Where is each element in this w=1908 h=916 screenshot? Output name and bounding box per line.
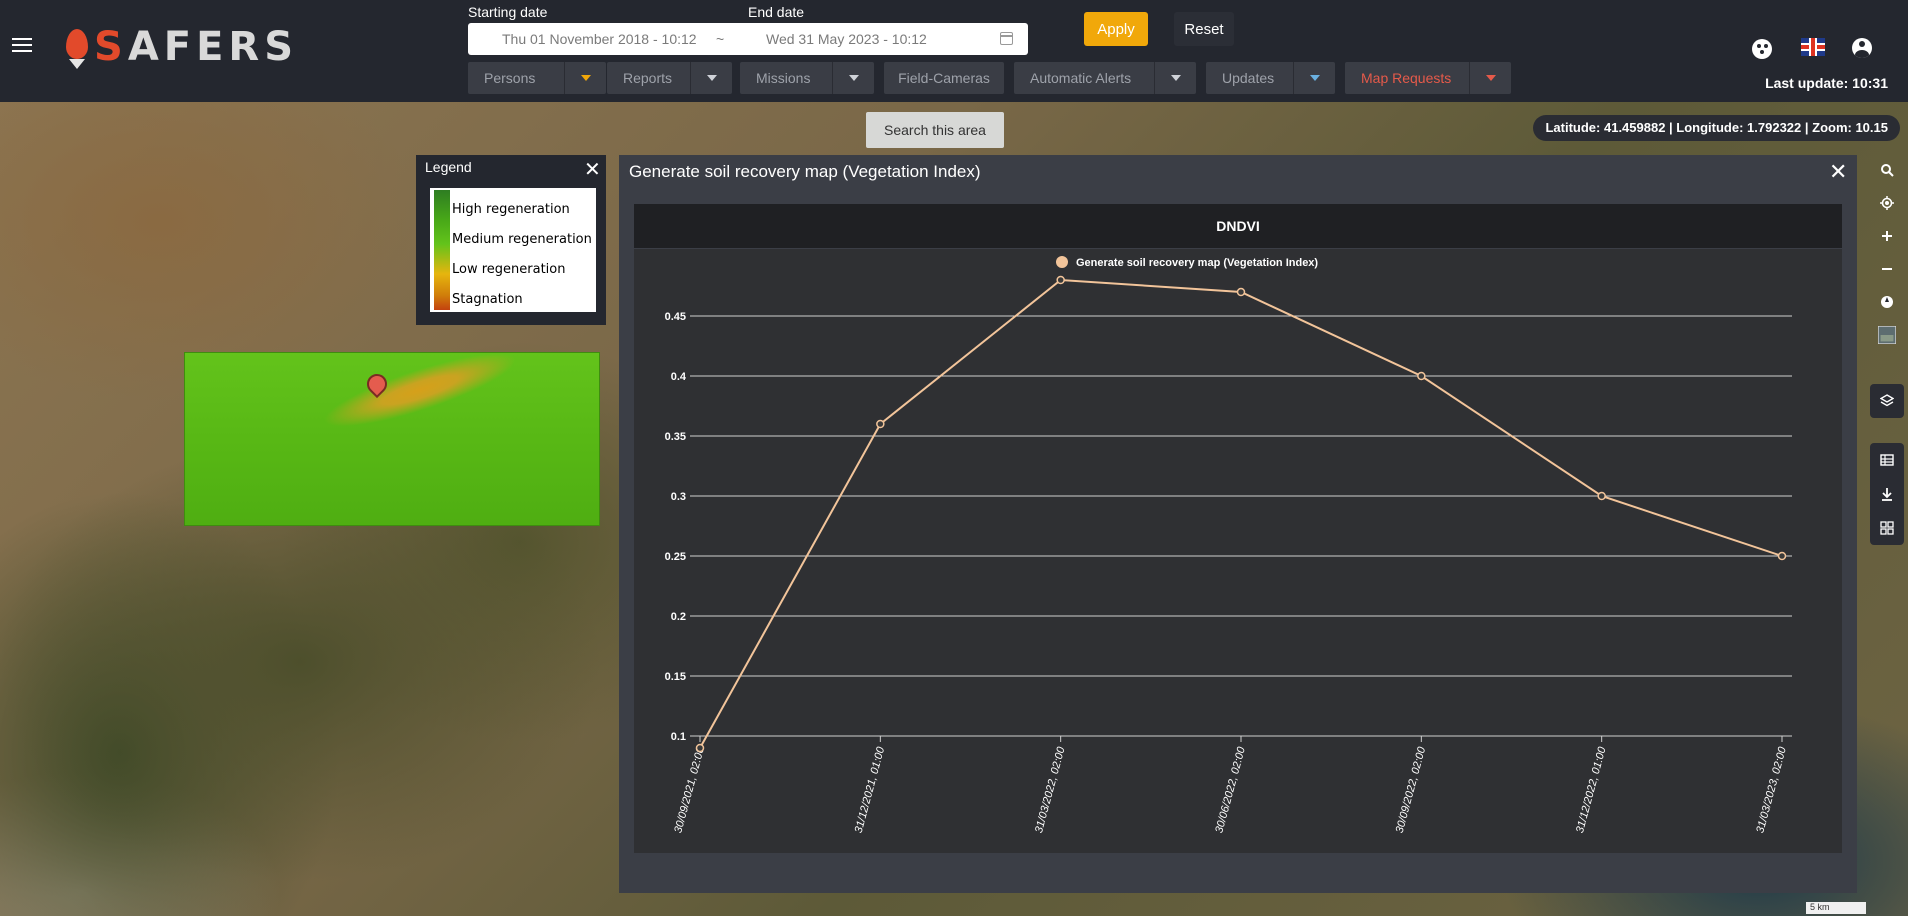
layers-icon[interactable]: [1870, 384, 1904, 418]
layer-updates-label[interactable]: Updates: [1206, 62, 1293, 94]
layer-map-requests-label[interactable]: Map Requests: [1345, 62, 1469, 94]
layer-reports-label[interactable]: Reports: [607, 62, 690, 94]
logo-text: SAFERS: [94, 24, 299, 70]
layer-automatic-alerts[interactable]: Automatic Alerts: [1014, 62, 1196, 94]
search-this-area-button[interactable]: Search this area: [866, 112, 1004, 148]
data-point: [695, 743, 705, 753]
x-tick-label: 30/06/2022, 02:00: [1213, 745, 1248, 835]
chevron-down-icon[interactable]: [690, 62, 732, 94]
data-point: [1236, 287, 1246, 297]
start-date-value[interactable]: Thu 01 November 2018 - 10:12: [502, 31, 697, 47]
layer-field-cameras[interactable]: Field-Cameras: [884, 62, 1004, 94]
legend-item-high: High regeneration: [452, 202, 570, 217]
end-date-label: End date: [748, 4, 805, 20]
x-tick-label: 31/03/2023, 02:00: [1754, 745, 1789, 835]
chart-title: DNDVI: [1216, 218, 1260, 234]
legend-swatch: [1056, 256, 1068, 268]
chevron-down-icon[interactable]: [1293, 62, 1335, 94]
layer-persons-label[interactable]: Persons: [468, 62, 564, 94]
y-tick-label: 0.35: [665, 431, 686, 443]
account-icon[interactable]: [1852, 38, 1872, 58]
chevron-down-icon[interactable]: [1154, 62, 1196, 94]
panel-title: Generate soil recovery map (Vegetation I…: [629, 162, 981, 181]
x-tick-label: 31/12/2021, 01:00: [853, 745, 888, 835]
legend-color-ramp: [434, 190, 450, 310]
search-icon[interactable]: [1870, 153, 1904, 187]
zoom-in-icon[interactable]: [1870, 219, 1904, 253]
layer-reports[interactable]: Reports: [607, 62, 732, 94]
data-point: [1777, 551, 1787, 561]
line-chart: 0.1 0.15 0.2 0.25 0.3 0.35 0.4 0.45 30/09/2021, …: [665, 256, 1792, 835]
y-tick-label: 0.4: [671, 371, 687, 383]
x-tick-label: 31/12/2022, 01:00: [1574, 745, 1609, 835]
layer-automatic-alerts-label[interactable]: Automatic Alerts: [1014, 62, 1154, 94]
hamburger-menu-icon[interactable]: [12, 38, 32, 54]
y-tick-label: 0.2: [671, 611, 686, 623]
y-tick-label: 0.45: [665, 311, 686, 323]
chart-panel: Generate soil recovery map (Vegetation I…: [619, 155, 1857, 893]
x-tick-label: 31/03/2022, 02:00: [1033, 745, 1068, 835]
date-range-separator: ~: [716, 31, 725, 47]
compass-icon[interactable]: [1870, 285, 1904, 319]
layer-updates[interactable]: Updates: [1206, 62, 1335, 94]
data-point: [876, 419, 885, 429]
data-point: [1417, 371, 1426, 381]
calendar-icon[interactable]: [1000, 32, 1013, 45]
download-icon[interactable]: [1870, 477, 1904, 511]
layer-map-requests[interactable]: Map Requests: [1345, 62, 1511, 94]
layer-persons[interactable]: Persons: [468, 62, 606, 94]
y-tick-label: 0.1: [671, 731, 686, 743]
series-line: [699, 278, 1783, 749]
chart-area: 0.1 0.15 0.2 0.25 0.3 0.35 0.4 0.45 30/09/2021, …: [634, 249, 1842, 853]
top-bar: SAFERS Starting date End date Thu 01 Nov…: [0, 0, 1908, 102]
data-point: [1056, 275, 1065, 285]
locate-icon[interactable]: [1870, 186, 1904, 220]
last-update-text: Last update: 10:31: [1765, 75, 1888, 91]
layer-missions-label[interactable]: Missions: [740, 62, 832, 94]
close-icon[interactable]: ✕: [584, 157, 601, 182]
safers-logo: SAFERS: [62, 22, 298, 72]
x-tick-label: 30/09/2021, 02:00: [672, 745, 707, 835]
chart-header: DNDVI: [634, 204, 1842, 248]
analysis-icon[interactable]: [1870, 511, 1904, 545]
date-range-picker[interactable]: Thu 01 November 2018 - 10:12 ~ Wed 31 Ma…: [468, 23, 1028, 55]
legend-item-medium: Medium regeneration: [452, 232, 592, 247]
layer-missions[interactable]: Missions: [740, 62, 874, 94]
data-point: [1597, 491, 1606, 501]
legend-panel: Legend ✕ High regeneration Medium regene…: [416, 155, 606, 325]
legend-title: Legend: [425, 159, 472, 175]
uk-flag-icon[interactable]: [1801, 38, 1825, 56]
chevron-down-icon[interactable]: [832, 62, 874, 94]
x-tick-label: 30/09/2022, 02:00: [1394, 745, 1429, 835]
y-tick-label: 0.25: [665, 551, 686, 563]
coordinates-readout: Latitude: 41.459882 | Longitude: 1.79232…: [1533, 115, 1900, 141]
legend-label: Generate soil recovery map (Vegetation I…: [1076, 257, 1318, 269]
basemap-thumbnail-icon[interactable]: [1870, 318, 1904, 352]
palette-icon[interactable]: [1752, 39, 1772, 59]
table-icon[interactable]: [1870, 443, 1904, 477]
chevron-down-icon[interactable]: [1469, 62, 1511, 94]
map-scale-bar: 5 km: [1806, 902, 1866, 914]
legend-item-stagnation: Stagnation: [452, 292, 523, 307]
chevron-down-icon[interactable]: [564, 62, 606, 94]
zoom-out-icon[interactable]: [1870, 252, 1904, 286]
flame-logo-icon: [62, 25, 90, 69]
end-date-value[interactable]: Wed 31 May 2023 - 10:12: [766, 31, 927, 47]
close-icon[interactable]: ✕: [1829, 159, 1847, 185]
apply-button[interactable]: Apply: [1084, 12, 1148, 46]
starting-date-label: Starting date: [468, 4, 548, 20]
y-tick-label: 0.3: [671, 491, 686, 503]
legend-body: High regeneration Medium regeneration Lo…: [430, 188, 596, 312]
legend-item-low: Low regeneration: [452, 262, 566, 277]
reset-button[interactable]: Reset: [1174, 12, 1234, 46]
layer-field-cameras-label[interactable]: Field-Cameras: [884, 62, 1004, 94]
y-tick-label: 0.15: [665, 671, 686, 683]
